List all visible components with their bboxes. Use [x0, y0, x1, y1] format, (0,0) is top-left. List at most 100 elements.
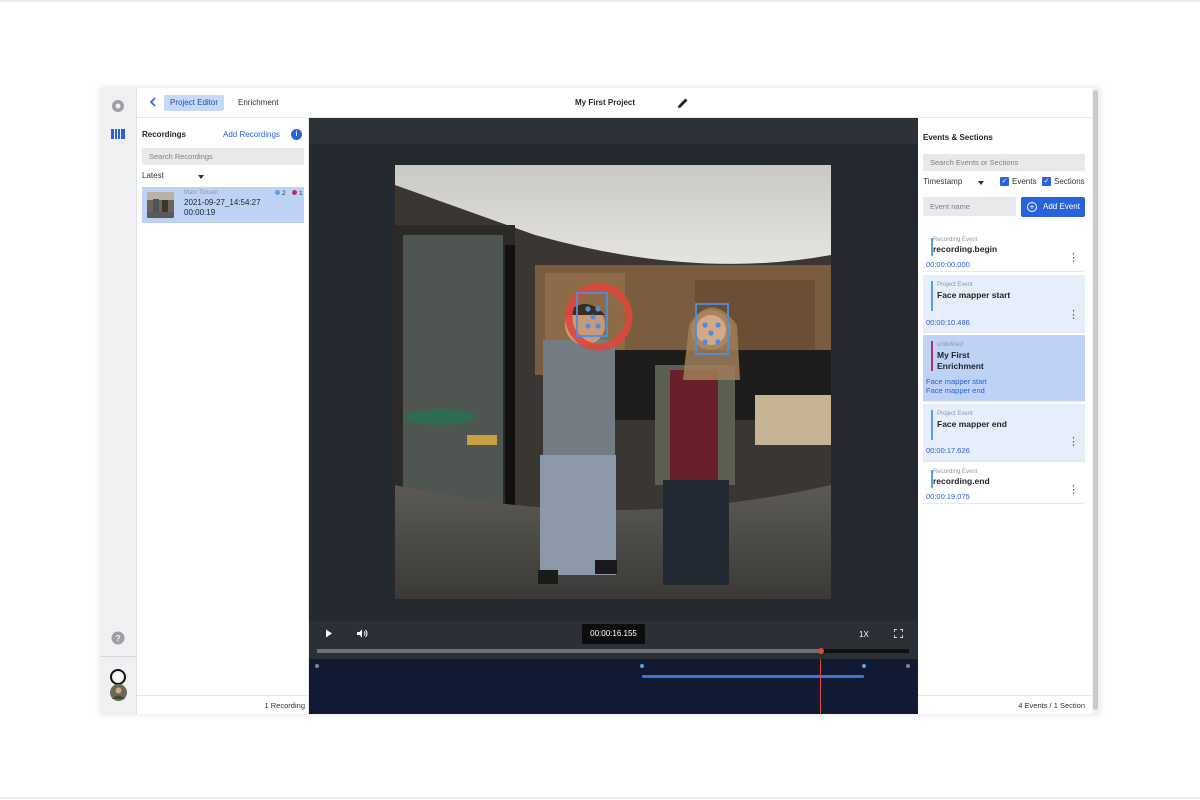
- left-rail: ?: [100, 88, 137, 714]
- scrollbar-thumb[interactable]: [1093, 90, 1098, 710]
- recording-user: Marc Tonsen: [184, 190, 219, 196]
- workspace-icon[interactable]: [111, 99, 125, 118]
- progress-remaining: [821, 649, 909, 653]
- back-button[interactable]: [145, 94, 161, 112]
- events-timeline[interactable]: [309, 659, 918, 714]
- recordings-panel: Recordings Add Recordings i Search Recor…: [137, 118, 309, 714]
- event-item-recording-begin[interactable]: Recording Event recording.begin 00:00:00…: [923, 232, 1085, 272]
- add-recordings-button[interactable]: Add Recordings: [223, 130, 280, 139]
- timeline-marker-begin[interactable]: [315, 664, 319, 668]
- timeline-marker-recording-end[interactable]: [906, 664, 910, 668]
- scene-video-image: [395, 165, 831, 599]
- timeline-section-bar[interactable]: [642, 675, 864, 678]
- event-item-face-mapper-end[interactable]: Project Event Face mapper end 00:00:17.6…: [923, 404, 1085, 462]
- tab-enrichment[interactable]: Enrichment: [232, 95, 284, 111]
- event-timestamp: 00:00:00.000: [926, 260, 970, 269]
- timeline-marker-start[interactable]: [640, 664, 644, 668]
- recording-thumbnail: [147, 192, 174, 218]
- section-item-my-first-enrichment[interactable]: undefined My First Enrichment Face mappe…: [923, 335, 1085, 402]
- recordings-title: Recordings: [142, 130, 187, 139]
- event-accent: [931, 410, 933, 440]
- events-filter-label: Events: [1012, 177, 1037, 186]
- more-vertical-icon[interactable]: ⋮: [1068, 253, 1079, 264]
- app-window: ? Project Editor Enrichment My First Pro…: [100, 88, 1100, 714]
- event-name: recording.end: [933, 476, 990, 486]
- add-event-button[interactable]: + Add Event: [1021, 197, 1085, 217]
- video-player: 00:00:16.155 1X: [309, 118, 918, 714]
- progress-fill: [317, 649, 821, 653]
- event-count-badge: 2: [275, 190, 286, 197]
- section-type: undefined: [937, 342, 964, 348]
- section-dot-icon: [292, 190, 297, 195]
- events-panel: Events & Sections Search Events or Secti…: [918, 118, 1092, 714]
- add-event-label: Add Event: [1043, 202, 1080, 211]
- player-controls: 00:00:16.155 1X: [309, 621, 918, 659]
- event-item-face-mapper-start[interactable]: Project Event Face mapper start 00:00:10…: [923, 275, 1085, 333]
- edit-pencil-icon[interactable]: [677, 96, 689, 114]
- event-name-field[interactable]: Event name: [923, 197, 1016, 216]
- search-events-input[interactable]: Search Events or Sections: [923, 154, 1085, 171]
- help-icon[interactable]: ?: [111, 631, 125, 650]
- event-dot-icon: [275, 190, 280, 195]
- event-timestamp: 00:00:19.075: [926, 492, 970, 501]
- timeline-marker-end[interactable]: [862, 664, 866, 668]
- recordings-count: 1 Recording: [264, 701, 305, 710]
- events-count: 4 Events / 1 Section: [1018, 701, 1085, 710]
- scene-video-frame[interactable]: [395, 165, 831, 599]
- event-name: Face mapper end: [937, 419, 1007, 429]
- events-checkbox[interactable]: ✓: [1000, 177, 1009, 186]
- section-name: My First Enrichment: [937, 350, 984, 371]
- more-vertical-icon[interactable]: ⋮: [1068, 310, 1079, 321]
- section-end: Face mapper end: [926, 386, 985, 395]
- scrollbar[interactable]: [1092, 88, 1100, 714]
- section-start: Face mapper start: [926, 377, 987, 386]
- svg-text:?: ?: [115, 634, 121, 644]
- tab-project-editor[interactable]: Project Editor: [164, 95, 225, 111]
- avatar[interactable]: [110, 684, 127, 706]
- progress-handle[interactable]: [818, 648, 824, 654]
- project-title: My First Project: [575, 98, 636, 107]
- info-icon[interactable]: i: [291, 129, 302, 140]
- playback-speed-button[interactable]: 1X: [859, 630, 869, 639]
- page-frame: ? Project Editor Enrichment My First Pro…: [0, 0, 1200, 800]
- recordings-sort-select[interactable]: Latest: [142, 171, 164, 180]
- event-name: Face mapper start: [937, 290, 1011, 300]
- event-type: Project Event: [937, 282, 973, 288]
- play-icon[interactable]: [325, 629, 333, 640]
- top-border: [0, 0, 1200, 2]
- volume-icon[interactable]: [357, 629, 368, 640]
- sections-filter-label: Sections: [1054, 177, 1085, 186]
- fullscreen-icon[interactable]: [893, 628, 904, 640]
- video-topbar: [309, 118, 918, 144]
- more-vertical-icon[interactable]: ⋮: [1068, 437, 1079, 448]
- section-count-badge: 1: [292, 190, 303, 197]
- event-type: Project Event: [937, 411, 973, 417]
- recordings-footer: 1 Recording: [137, 695, 309, 714]
- chevron-down-icon[interactable]: [978, 181, 984, 185]
- recording-duration: 00:00:19: [184, 208, 216, 217]
- event-type: Recording Event: [933, 237, 978, 243]
- timecode-display: 00:00:16.155: [582, 624, 645, 644]
- event-name: recording.begin: [933, 244, 998, 254]
- section-accent: [931, 341, 933, 371]
- timeline-playhead[interactable]: [820, 659, 821, 714]
- event-accent: [931, 281, 933, 311]
- recording-date: 2021-09-27_14:54:27: [184, 198, 261, 207]
- event-type: Recording Event: [933, 469, 978, 475]
- progress-bar[interactable]: [317, 648, 909, 654]
- more-vertical-icon[interactable]: ⋮: [1068, 485, 1079, 496]
- event-count: 2: [282, 190, 286, 197]
- section-count: 1: [299, 190, 303, 197]
- projects-icon[interactable]: [111, 127, 125, 145]
- sections-checkbox[interactable]: ✓: [1042, 177, 1051, 186]
- recording-list-item[interactable]: Marc Tonsen 2021-09-27_14:54:27 00:00:19…: [142, 187, 304, 223]
- chevron-left-icon: [149, 97, 156, 107]
- event-item-recording-end[interactable]: Recording Event recording.end 00:00:19.0…: [923, 464, 1085, 504]
- events-footer: 4 Events / 1 Section: [918, 695, 1092, 714]
- chevron-down-icon[interactable]: [198, 175, 204, 179]
- bottom-border: [0, 797, 1200, 799]
- events-sort-select[interactable]: Timestamp: [923, 177, 962, 186]
- search-recordings-input[interactable]: Search Recordings: [142, 148, 304, 165]
- plus-circle-icon: +: [1027, 202, 1037, 212]
- event-timestamp: 00:00:10.486: [926, 318, 970, 327]
